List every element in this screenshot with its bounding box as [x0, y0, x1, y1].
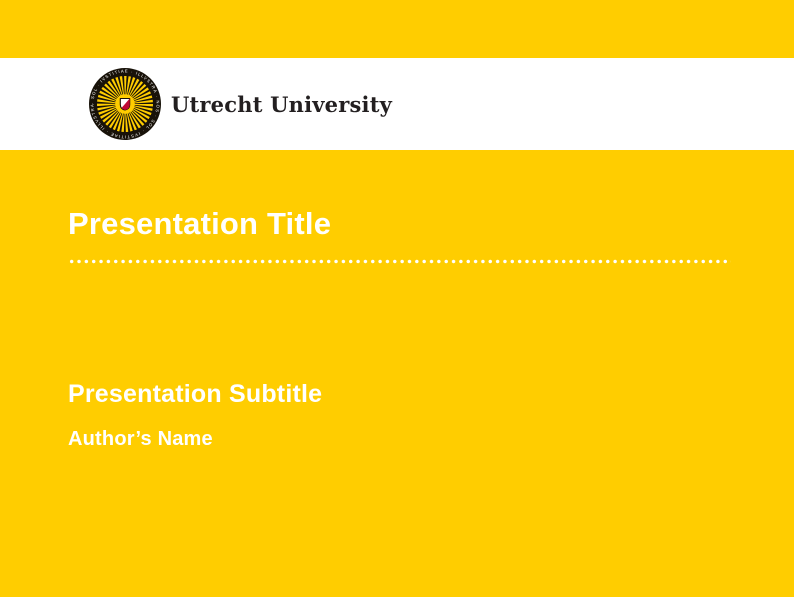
presentation-subtitle: Presentation Subtitle — [68, 380, 322, 409]
presentation-title: Presentation Title — [68, 206, 331, 242]
sun-seal-icon: · SOL · IVSTITIAE · ILLVSTRA · NOS · SOL… — [89, 68, 161, 140]
dotted-divider — [68, 259, 731, 264]
slide-body: Presentation Title Presentation Subtitle… — [0, 150, 794, 597]
header-band: · SOL · IVSTITIAE · ILLVSTRA · NOS · SOL… — [0, 58, 794, 150]
presentation-title-slide: · SOL · IVSTITIAE · ILLVSTRA · NOS · SOL… — [0, 0, 794, 597]
author-name: Author’s Name — [68, 428, 213, 451]
utrecht-university-logo: · SOL · IVSTITIAE · ILLVSTRA · NOS · SOL… — [89, 68, 161, 140]
university-name: Utrecht University — [171, 92, 392, 117]
